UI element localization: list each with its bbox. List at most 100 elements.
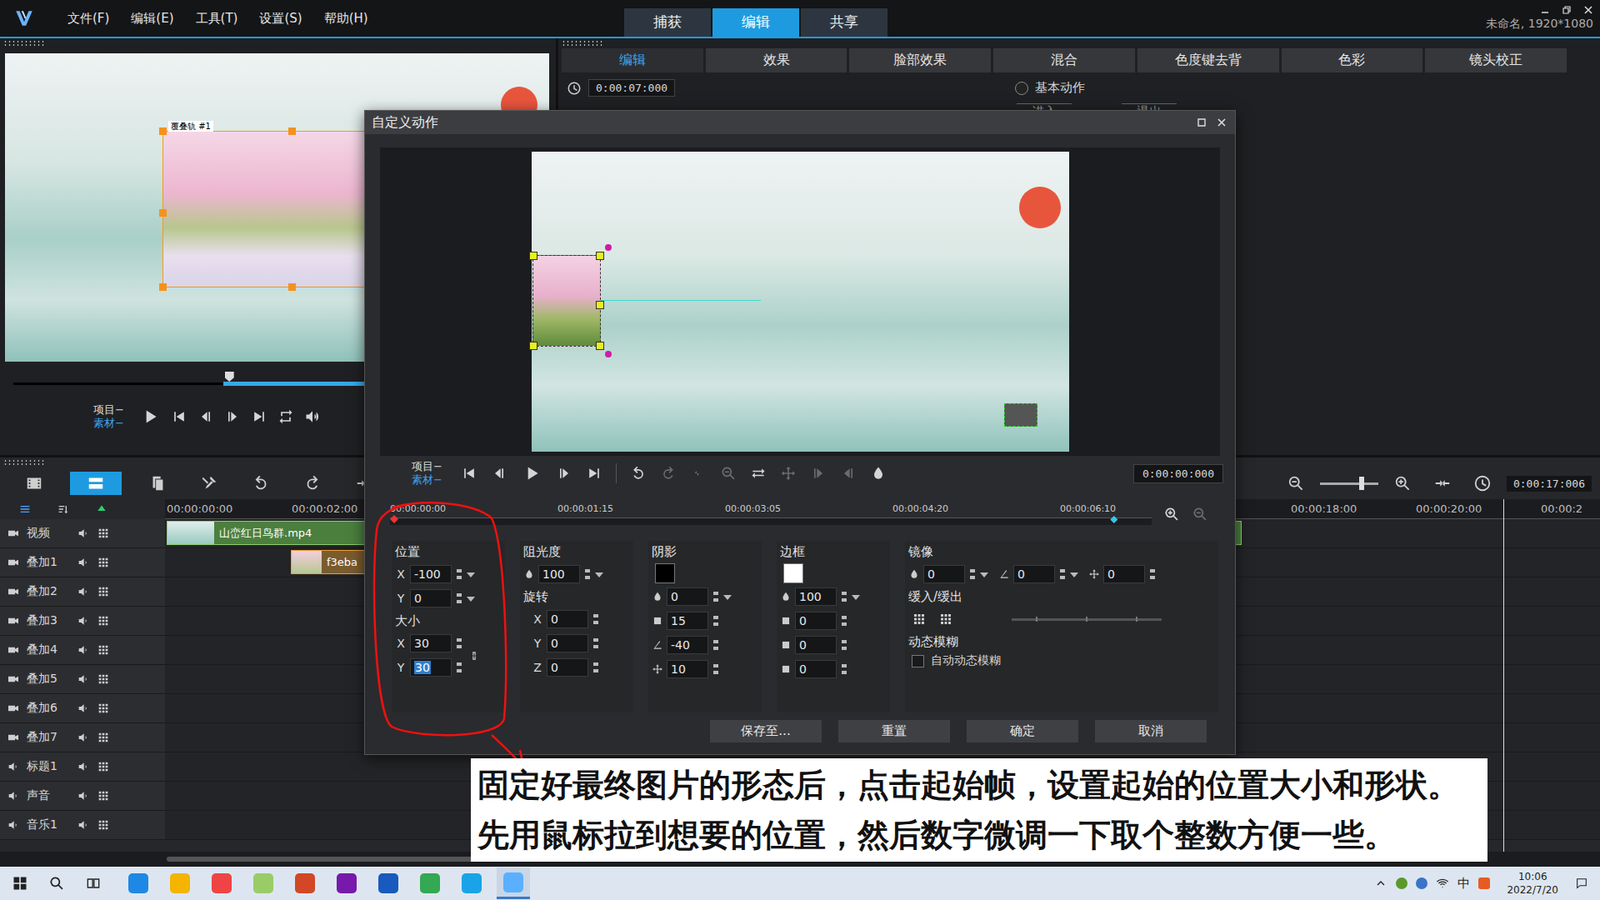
speaker-icon[interactable] [76,526,90,540]
dialog-button[interactable]: 保存至... [710,720,822,743]
number-input[interactable]: 30 [410,634,452,653]
step-back-icon[interactable] [490,465,508,482]
film-icon[interactable] [18,471,50,495]
dropdown-arrow[interactable] [723,592,732,601]
spinner[interactable] [840,661,849,677]
zoom-out-icon[interactable] [1191,505,1209,523]
options-tab[interactable]: 编辑 [561,48,704,73]
spinner[interactable] [840,613,849,629]
number-input[interactable]: 0 [795,635,837,655]
wifi-icon[interactable] [1435,876,1450,890]
menu-item[interactable]: 设置(S) [250,7,311,30]
number-input[interactable]: 15 [666,611,709,630]
grid-icon[interactable] [96,730,110,745]
ease-in-icon[interactable] [911,611,927,627]
start-icon[interactable] [460,465,478,482]
back-icon[interactable] [840,465,857,482]
border-color[interactable] [783,563,804,584]
dropdown-arrow[interactable] [595,570,604,579]
spinner[interactable] [711,613,720,629]
spinner[interactable] [455,590,464,606]
menu-item[interactable]: 工具(T) [186,7,248,30]
number-input[interactable]: 0 [666,587,709,606]
end-icon[interactable] [250,408,268,425]
app-icon[interactable] [371,867,405,900]
menu-item[interactable]: 编辑(E) [121,7,183,30]
number-input[interactable]: 10 [666,660,709,679]
tray-chevron-icon[interactable] [1374,876,1388,890]
dropdown-arrow[interactable] [980,570,989,579]
basic-motion-radio[interactable] [1015,81,1029,95]
start-icon[interactable] [170,408,188,425]
dialog-button[interactable]: 确定 [966,720,1079,743]
task-view-icon[interactable] [85,875,102,892]
spinner[interactable] [1148,566,1157,582]
speaker-icon[interactable] [76,672,90,686]
panel-grip[interactable] [3,40,45,47]
repeat-icon[interactable] [277,408,295,425]
grid-icon[interactable] [96,818,110,832]
undo-icon[interactable] [245,471,277,495]
close-icon[interactable] [1583,5,1594,15]
menu-item[interactable]: 文件(F) [58,7,119,30]
play-icon[interactable] [520,462,543,485]
speaker-icon[interactable] [76,555,90,570]
number-input[interactable]: 0 [1103,565,1145,584]
dialog-button[interactable]: 重置 [838,720,950,743]
add-track-icon[interactable] [95,502,109,516]
speaker-icon[interactable] [76,643,90,657]
list-icon[interactable] [18,502,32,516]
ease-out-icon[interactable] [938,611,954,627]
dropdown-arrow[interactable] [466,594,475,603]
spinner[interactable] [711,589,720,605]
number-input[interactable]: 0 [923,565,965,584]
grid-icon[interactable] [96,585,110,599]
number-input[interactable]: 30 [410,658,452,677]
number-input[interactable]: 0 [546,634,589,653]
end-icon[interactable] [585,465,603,482]
swap-icon[interactable] [750,465,767,482]
fwd-icon[interactable] [810,465,827,482]
key-icon[interactable] [690,465,707,482]
volume-icon[interactable] [304,408,321,425]
zoomOut-icon[interactable] [720,465,737,482]
number-input[interactable]: 100 [538,565,580,584]
spinner[interactable] [711,661,720,677]
app-icon[interactable] [455,867,489,900]
redo-icon[interactable] [296,471,329,495]
windows-start-icon[interactable] [11,875,29,892]
grid-icon[interactable] [96,526,110,540]
dialog-title-bar[interactable]: 自定义动作 [365,110,1235,135]
zoom-in-icon[interactable] [1163,505,1180,523]
number-input[interactable]: 0 [795,660,837,679]
dropdown-arrow[interactable] [466,570,475,579]
move-icon[interactable] [780,465,797,482]
app-icon[interactable] [163,867,197,900]
options-tab[interactable]: 效果 [705,48,848,73]
app-icon[interactable] [413,867,447,900]
grid-icon[interactable] [96,760,110,774]
dialog-time-field[interactable]: 0:00:00:000 [1133,464,1224,484]
shadow-color[interactable] [655,563,675,584]
speaker-icon[interactable] [76,789,90,803]
dropdown-arrow[interactable] [1070,570,1079,579]
mode-tab[interactable]: 捕获 [624,8,711,37]
grid-icon[interactable] [96,643,110,657]
app-icon[interactable] [121,867,155,900]
grid-icon[interactable] [96,789,110,803]
dropdown-arrow[interactable] [851,592,860,601]
options-tab[interactable]: 混合 [993,48,1135,73]
minimize-icon[interactable] [1540,5,1550,15]
options-tab[interactable]: 镜头校正 [1425,48,1567,73]
fit-icon[interactable] [1426,471,1459,495]
spinner[interactable] [583,566,592,582]
number-input[interactable]: 100 [795,587,837,606]
play-icon[interactable] [139,405,161,428]
timeline-icon[interactable] [70,471,122,495]
copy-icon[interactable] [141,471,174,495]
spinner[interactable] [591,611,600,627]
speaker-icon[interactable] [76,818,90,832]
speaker-icon[interactable] [76,585,90,599]
number-input[interactable]: 0 [795,611,837,630]
zoom-slider[interactable] [1320,482,1379,485]
